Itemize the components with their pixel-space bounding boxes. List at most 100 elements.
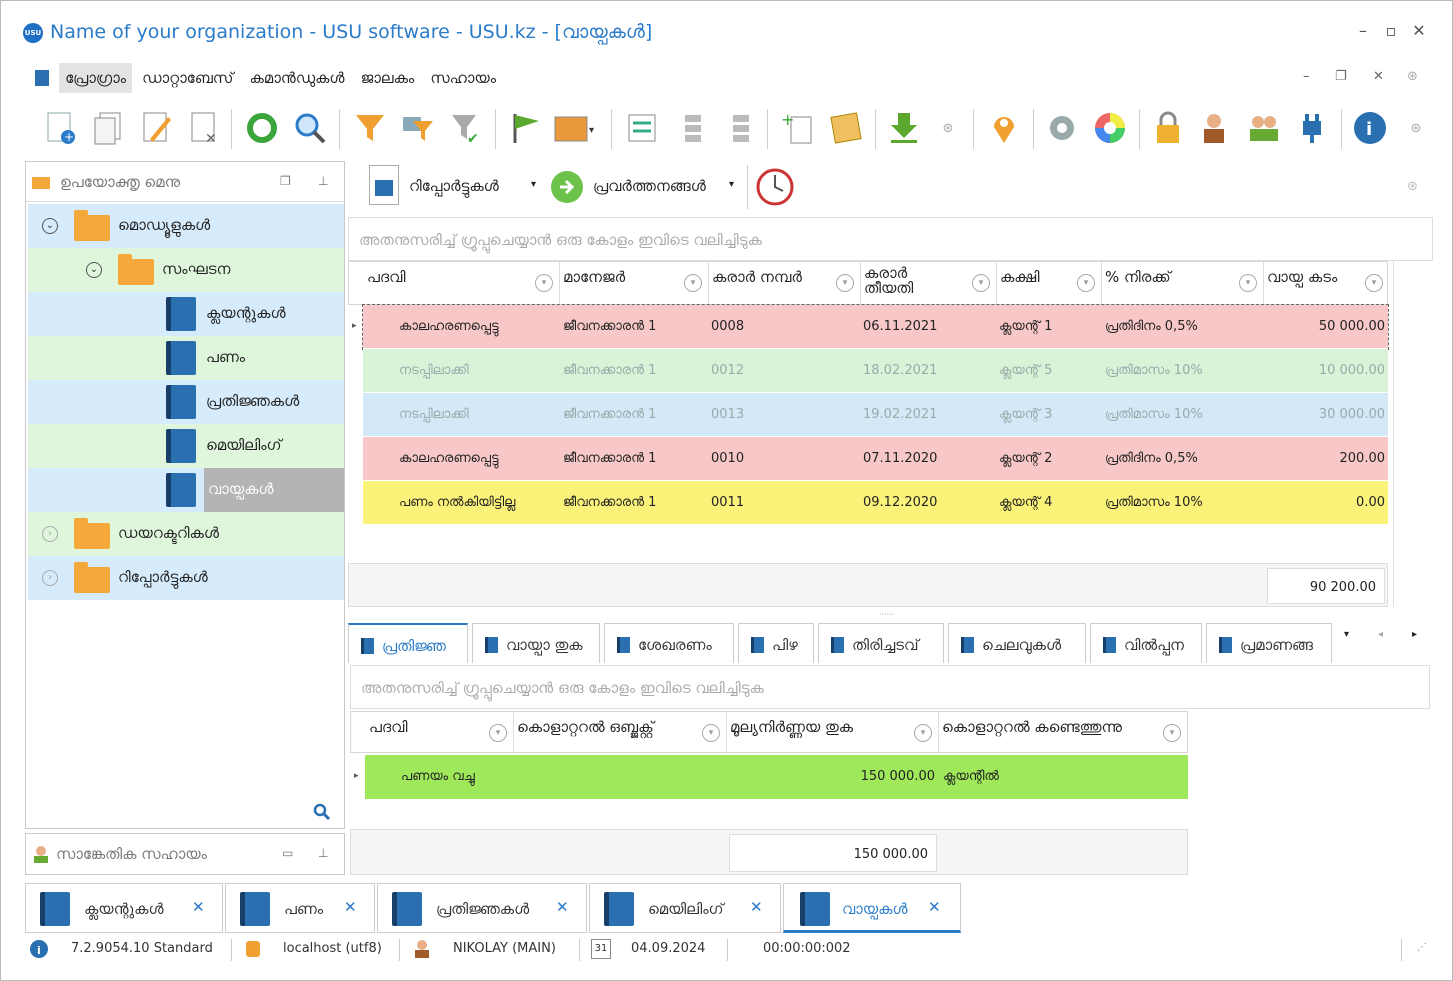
table-row[interactable]: കാലഹരണപ്പെട്ടു ജീവനക്കാരൻ 1 0008 06.11.2021…: [362, 304, 1389, 350]
column-header[interactable]: പദവി ▾: [364, 262, 560, 304]
menu-help[interactable]: സഹായം: [424, 63, 502, 93]
tree-node-money[interactable]: പണം: [28, 336, 344, 380]
filter-edit-icon[interactable]: [397, 107, 439, 149]
tab-loan-amount[interactable]: വായ്പാ തുക: [472, 623, 600, 663]
tree-node-mailing[interactable]: മെയിലിംഗ്: [28, 424, 344, 468]
tree-node-pledges[interactable]: പ്രതിജ്ഞകൾ: [28, 380, 344, 424]
collapse-icon[interactable]: ⌄: [42, 218, 58, 234]
tab-repayment[interactable]: തിരിച്ചടവ്: [818, 623, 944, 663]
table-row[interactable]: പണയം വച്ചു 150 000.00 ക്ലയന്റിൽ: [365, 755, 1188, 799]
expand-icon[interactable]: [621, 107, 663, 149]
table-row[interactable]: നടപ്പിലാക്കി ജീവനക്കാരൻ 1 0013 19.02.2021 ക്…: [363, 393, 1388, 437]
table-row[interactable]: കാലഹരണപ്പെട്ടു ജീവനക്കാരൻ 1 0010 07.11.2020…: [363, 437, 1388, 481]
actions-dropdown[interactable]: പ്രവർത്തനങ്ങൾ: [593, 177, 706, 195]
tab-collection[interactable]: ശേഖരണം: [604, 623, 734, 663]
menu-window[interactable]: ജാലകം: [355, 63, 421, 93]
resize-grip-icon[interactable]: ⋰: [1417, 942, 1427, 953]
gear-icon[interactable]: [1041, 107, 1083, 149]
menu-commands[interactable]: കമാൻഡുകൾ: [243, 63, 350, 93]
table-row[interactable]: നടപ്പിലാക്കി ജീവനക്കാരൻ 1 0012 18.02.2021 ക്…: [363, 349, 1388, 393]
group-by-hint[interactable]: അതനുസരിച്ച് ഗ്രൂപ്പുചെയ്യാൻ ഒരു കോളം ഇവി…: [348, 217, 1433, 261]
tab-documents[interactable]: പ്രമാണങ്ങ: [1206, 623, 1332, 663]
tree-node-reports[interactable]: › റിപ്പോർട്ടുകൾ: [28, 556, 344, 600]
expand-icon[interactable]: ›: [42, 570, 58, 586]
filter-icon[interactable]: [349, 107, 391, 149]
image-icon[interactable]: ▾: [553, 107, 595, 149]
window-tab-mailing[interactable]: മെയിലിംഗ് ✕: [589, 883, 781, 933]
notes-icon[interactable]: [825, 107, 867, 149]
tab-sale[interactable]: വിൽപ്പന: [1090, 623, 1202, 663]
tab-penalty[interactable]: പിഴ: [738, 623, 814, 663]
window-tab-loans[interactable]: വായ്പകൾ ✕: [783, 883, 961, 933]
minimize-button[interactable]: –: [1351, 21, 1375, 40]
mdi-minimize-button[interactable]: –: [1303, 69, 1310, 84]
location-icon[interactable]: [983, 107, 1025, 149]
tab-pledge[interactable]: പ്രതിജ്ഞ: [348, 623, 468, 663]
collapse-icon[interactable]: ⌄: [86, 262, 102, 278]
filter-apply-icon[interactable]: ✔: [445, 107, 487, 149]
users-icon[interactable]: [1243, 107, 1285, 149]
download-icon[interactable]: [883, 107, 925, 149]
column-header[interactable]: കൊളാറ്ററൽ കണ്ടെത്തുന്നു ▾: [939, 712, 1187, 754]
tree-node-directories[interactable]: › ഡയറക്ടറികൾ: [28, 512, 344, 556]
mdi-restore-button[interactable]: ❐: [1335, 69, 1347, 84]
user-settings-icon[interactable]: [1195, 107, 1237, 149]
plugin-icon[interactable]: [1291, 107, 1333, 149]
panel-pin-icon[interactable]: ⊥: [318, 174, 328, 188]
column-header[interactable]: കൊളാറ്ററൽ ഒബ്ജക്റ്റ് ▾: [514, 712, 727, 754]
tabs-dropdown-icon[interactable]: ▾: [1344, 629, 1349, 640]
more-icon[interactable]: ⊛: [1407, 179, 1418, 194]
toolbar-more-icon[interactable]: ⊛: [927, 107, 969, 149]
lock-icon[interactable]: [1147, 107, 1189, 149]
delete-icon[interactable]: ✕: [183, 107, 225, 149]
table-row[interactable]: പണം നൽകിയിട്ടില്ല ജീവനക്കാരൻ 1 0011 09.12.2…: [363, 481, 1388, 525]
tab-expenses[interactable]: ചെലവുകൾ: [948, 623, 1086, 663]
copy-icon[interactable]: [87, 107, 129, 149]
column-header[interactable]: വായ്പ കടം ▾: [1264, 262, 1389, 304]
play-arrow-icon[interactable]: [549, 169, 585, 205]
splitter-handle[interactable]: ······: [879, 610, 894, 619]
support-panel[interactable]: സാങ്കേതിക സഹായം ▭ ⊥: [25, 833, 345, 875]
window-tab-money[interactable]: പണം ✕: [225, 883, 375, 933]
flag-icon[interactable]: [505, 107, 547, 149]
tree-node-organization[interactable]: ⌄ സംഘടന: [28, 248, 344, 292]
window-tab-clients[interactable]: ക്ലയന്റുകൾ ✕: [25, 883, 223, 933]
tree-node-modules[interactable]: ⌄ മൊഡ്യൂളുകൾ: [28, 204, 344, 248]
mdi-close-button[interactable]: ✕: [1373, 69, 1384, 84]
expand-icon[interactable]: ›: [42, 526, 58, 542]
column-header[interactable]: കരാർ നമ്പർ ▾: [709, 262, 861, 304]
column-header[interactable]: കരാർ തീയതി ▾: [861, 262, 997, 304]
detail-group-hint[interactable]: അതനുസരിച്ച് ഗ്രൂപ്പുചെയ്യാൻ ഒരു കോളം ഇവി…: [350, 665, 1430, 709]
close-window-button[interactable]: ✕: [1407, 21, 1431, 40]
column-header[interactable]: മാനേജർ ▾: [560, 262, 709, 304]
menu-program[interactable]: പ്രോഗ്രാം: [59, 63, 132, 93]
tabs-prev-icon[interactable]: ◂: [1378, 629, 1383, 640]
mdi-more-icon[interactable]: ⊛: [1407, 69, 1418, 84]
color-wheel-icon[interactable]: [1089, 107, 1131, 149]
maximize-button[interactable]: ▫: [1379, 21, 1403, 40]
edit-icon[interactable]: [135, 107, 177, 149]
toolbar-overflow-icon[interactable]: ⊛: [1395, 107, 1437, 149]
tabs-next-icon[interactable]: ▸: [1412, 629, 1417, 640]
column-header[interactable]: കക്ഷി ▾: [997, 262, 1102, 304]
info-icon[interactable]: i: [1349, 107, 1391, 149]
tree-node-loans[interactable]: വായ്പകൾ: [28, 468, 344, 512]
panel-float-icon[interactable]: ❐: [280, 174, 291, 188]
reports-dropdown[interactable]: റിപ്പോർട്ടുകൾ: [409, 177, 499, 195]
refresh-icon[interactable]: [241, 107, 283, 149]
column-header[interactable]: % നിരക്ക് ▾: [1102, 262, 1264, 304]
clock-icon[interactable]: [755, 167, 795, 207]
column-header[interactable]: മൂല്യനിർണ്ണയ തുക ▾: [727, 712, 939, 754]
panel-restore-icon[interactable]: ▭: [282, 846, 293, 860]
tree-expand-icon[interactable]: [717, 107, 759, 149]
tree-node-clients[interactable]: ക്ലയന്റുകൾ: [28, 292, 344, 336]
window-tab-pledges[interactable]: പ്രതിജ്ഞകൾ ✕: [377, 883, 587, 933]
panel-pin-icon[interactable]: ⊥: [318, 846, 328, 860]
search-icon[interactable]: [289, 107, 331, 149]
tree-collapse-icon[interactable]: [669, 107, 711, 149]
add-icon[interactable]: +: [39, 107, 81, 149]
column-header[interactable]: പദവി ▾: [366, 712, 514, 754]
menu-database[interactable]: ഡാറ്റാബേസ്: [136, 63, 239, 93]
search-icon[interactable]: [312, 802, 332, 822]
add-column-icon[interactable]: +: [777, 107, 819, 149]
